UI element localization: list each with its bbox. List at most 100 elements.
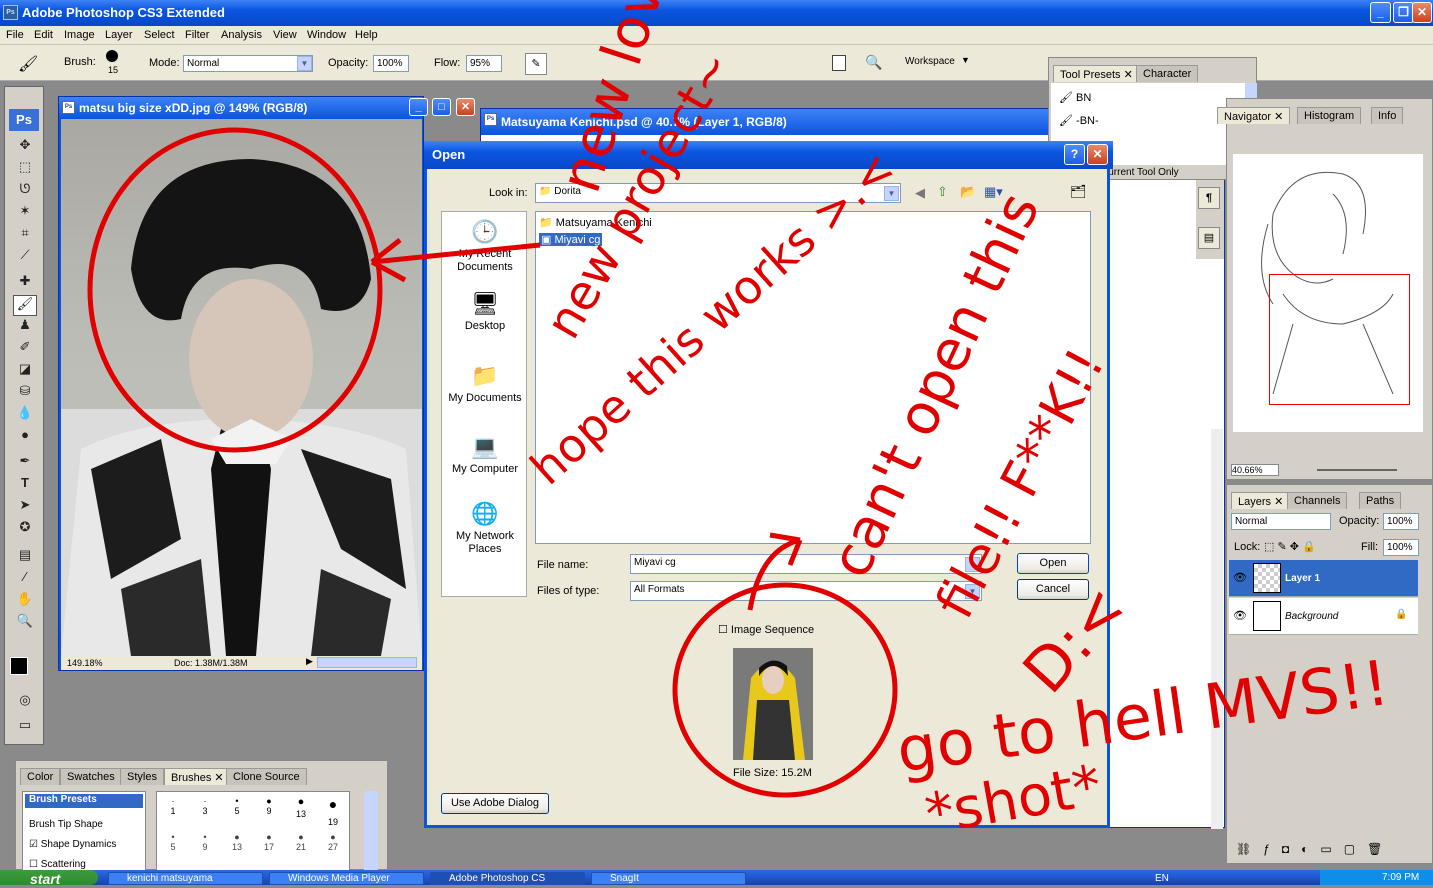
- doc1-maximize-icon[interactable]: □: [432, 98, 451, 116]
- menu-select[interactable]: Select: [144, 29, 175, 41]
- tab-paths[interactable]: Paths: [1359, 492, 1402, 509]
- preset-item[interactable]: 🖌 BN: [1059, 91, 1091, 104]
- taskbar-item[interactable]: Adobe Photoshop CS: [430, 872, 585, 885]
- brush-cell[interactable]: ● 13: [221, 832, 253, 854]
- navigator-view-box[interactable]: [1269, 274, 1410, 405]
- taskbar-item[interactable]: kenichi matsuyama: [108, 872, 263, 885]
- menu-analysis[interactable]: Analysis: [221, 29, 262, 41]
- brush-cell[interactable]: • 9: [189, 832, 221, 854]
- place-my-computer[interactable]: 💻 My Computer: [442, 433, 528, 476]
- opacity-field[interactable]: 100%: [373, 55, 409, 72]
- brush-cell[interactable]: · 3: [189, 796, 221, 818]
- marquee-tool-icon[interactable]: ⬚: [13, 159, 37, 180]
- brush-cell[interactable]: ● 19: [317, 796, 349, 827]
- place-my-documents[interactable]: 📁 My Documents: [442, 362, 528, 405]
- menu-help[interactable]: Help: [355, 29, 378, 41]
- screen-mode-icon[interactable]: ▭: [13, 717, 37, 738]
- help-icon[interactable]: ?: [1064, 144, 1085, 165]
- start-button[interactable]: start: [0, 870, 98, 887]
- photo-canvas[interactable]: [61, 119, 422, 656]
- up-folder-icon[interactable]: ⇧: [937, 184, 948, 200]
- eye-icon[interactable]: 👁: [1233, 571, 1247, 584]
- tab-tool-presets[interactable]: Tool Presets ✕: [1053, 65, 1140, 82]
- doc2-vscrollbar[interactable]: [1211, 429, 1223, 829]
- layer-name[interactable]: Layer 1: [1285, 573, 1320, 584]
- menu-edit[interactable]: Edit: [34, 29, 53, 41]
- dodge-tool-icon[interactable]: ●: [13, 427, 37, 448]
- foreground-color[interactable]: [10, 657, 28, 675]
- brush-cell[interactable]: ● 17: [253, 832, 285, 854]
- shape-tool-icon[interactable]: ✪: [13, 519, 37, 540]
- history-brush-icon[interactable]: ✐: [13, 339, 37, 360]
- tab-channels[interactable]: Channels: [1287, 492, 1348, 509]
- eyedropper-icon[interactable]: ⁄: [13, 569, 37, 590]
- layer-row-layer1[interactable]: 👁 Layer 1: [1229, 560, 1418, 597]
- tab-layers[interactable]: Layers ✕: [1231, 492, 1291, 509]
- magic-wand-icon[interactable]: ✶: [13, 203, 37, 224]
- tab-color[interactable]: Color: [20, 768, 61, 785]
- healing-tool-icon[interactable]: ✚: [13, 273, 37, 294]
- doc1-close-icon[interactable]: ✕: [456, 98, 475, 116]
- hand-tool-icon[interactable]: ✋: [13, 591, 37, 612]
- tab-histogram[interactable]: Histogram: [1297, 107, 1362, 124]
- quick-mask-icon[interactable]: ◎: [13, 692, 37, 713]
- layers-footer-icons[interactable]: ⛓ƒ◘◐▭▢🗑: [1228, 842, 1431, 862]
- tab-brushes[interactable]: Brushes ✕: [164, 768, 231, 785]
- brush-cell[interactable]: · 1: [157, 796, 189, 818]
- open-button[interactable]: Open: [1017, 553, 1089, 574]
- airbrush-icon[interactable]: ✎: [525, 53, 547, 75]
- menu-image[interactable]: Image: [64, 29, 95, 41]
- brush-tool-icon[interactable]: 🖌: [18, 54, 38, 74]
- scattering-item[interactable]: ☐ Scattering: [29, 859, 86, 870]
- eye-icon[interactable]: 👁: [1233, 609, 1247, 622]
- brush-tip-shape-item[interactable]: Brush Tip Shape: [29, 819, 103, 830]
- type-tool-icon[interactable]: T: [13, 475, 37, 496]
- path-select-icon[interactable]: ➤: [13, 497, 37, 518]
- blend-mode-select[interactable]: Normal: [1231, 513, 1331, 530]
- close-icon[interactable]: ✕: [1412, 2, 1432, 23]
- brush-cell[interactable]: • 5: [221, 796, 253, 818]
- minimize-icon[interactable]: _: [1370, 2, 1391, 23]
- fill-field[interactable]: 100%: [1383, 539, 1419, 556]
- brush-tool-icon[interactable]: 🖌: [13, 295, 37, 316]
- brush-grid-scrollbar[interactable]: [364, 791, 378, 871]
- crop-tool-icon[interactable]: ⌗: [13, 225, 37, 246]
- tab-character[interactable]: Character: [1136, 65, 1199, 82]
- doc1-hscrollbar[interactable]: [317, 657, 417, 668]
- menu-file[interactable]: File: [6, 29, 24, 41]
- doc1-minimize-icon[interactable]: _: [409, 98, 428, 116]
- back-icon[interactable]: ◀: [915, 185, 925, 201]
- status-arrow-icon[interactable]: ▶: [306, 656, 313, 667]
- file-name-input[interactable]: Miyavi cg: [630, 554, 982, 574]
- dialog-close-icon[interactable]: ✕: [1087, 144, 1108, 165]
- brush-cell[interactable]: ● 27: [317, 832, 349, 854]
- brush-cell[interactable]: ● 13: [285, 796, 317, 819]
- place-recent[interactable]: 🕒 My Recent Documents: [442, 218, 528, 274]
- menu-view[interactable]: View: [273, 29, 297, 41]
- layer-comps-icon[interactable]: ▤: [1198, 227, 1220, 249]
- shape-dynamics-item[interactable]: ☑ Shape Dynamics: [29, 839, 116, 850]
- move-tool-icon[interactable]: ✥: [13, 137, 37, 158]
- menu-window[interactable]: Window: [307, 29, 346, 41]
- restore-icon[interactable]: ❐: [1393, 2, 1414, 23]
- tab-info[interactable]: Info: [1371, 107, 1404, 124]
- lasso-tool-icon[interactable]: ᘎ: [13, 181, 37, 202]
- flow-field[interactable]: 95%: [466, 55, 502, 72]
- tab-swatches[interactable]: Swatches: [60, 768, 122, 785]
- slice-tool-icon[interactable]: ⟋: [13, 247, 37, 268]
- brush-preview-icon[interactable]: [106, 50, 118, 62]
- tab-clone-source[interactable]: Clone Source: [226, 768, 307, 785]
- eraser-tool-icon[interactable]: ◪: [13, 361, 37, 382]
- pen-tool-icon[interactable]: ✒: [13, 453, 37, 474]
- menu-filter[interactable]: Filter: [185, 29, 209, 41]
- bridge-icon[interactable]: 🔍: [865, 54, 885, 72]
- brush-presets-item[interactable]: Brush Presets: [25, 794, 143, 808]
- brush-cell[interactable]: ● 9: [253, 796, 285, 818]
- layers-opacity-field[interactable]: 100%: [1383, 513, 1419, 530]
- preset-item[interactable]: 🖌 -BN-: [1059, 114, 1099, 127]
- language-indicator[interactable]: EN: [1155, 873, 1169, 884]
- chevron-down-icon[interactable]: ▼: [297, 56, 312, 71]
- taskbar-item[interactable]: Windows Media Player: [269, 872, 424, 885]
- stamp-tool-icon[interactable]: ♟: [13, 317, 37, 338]
- bucket-tool-icon[interactable]: ⛁: [13, 383, 37, 404]
